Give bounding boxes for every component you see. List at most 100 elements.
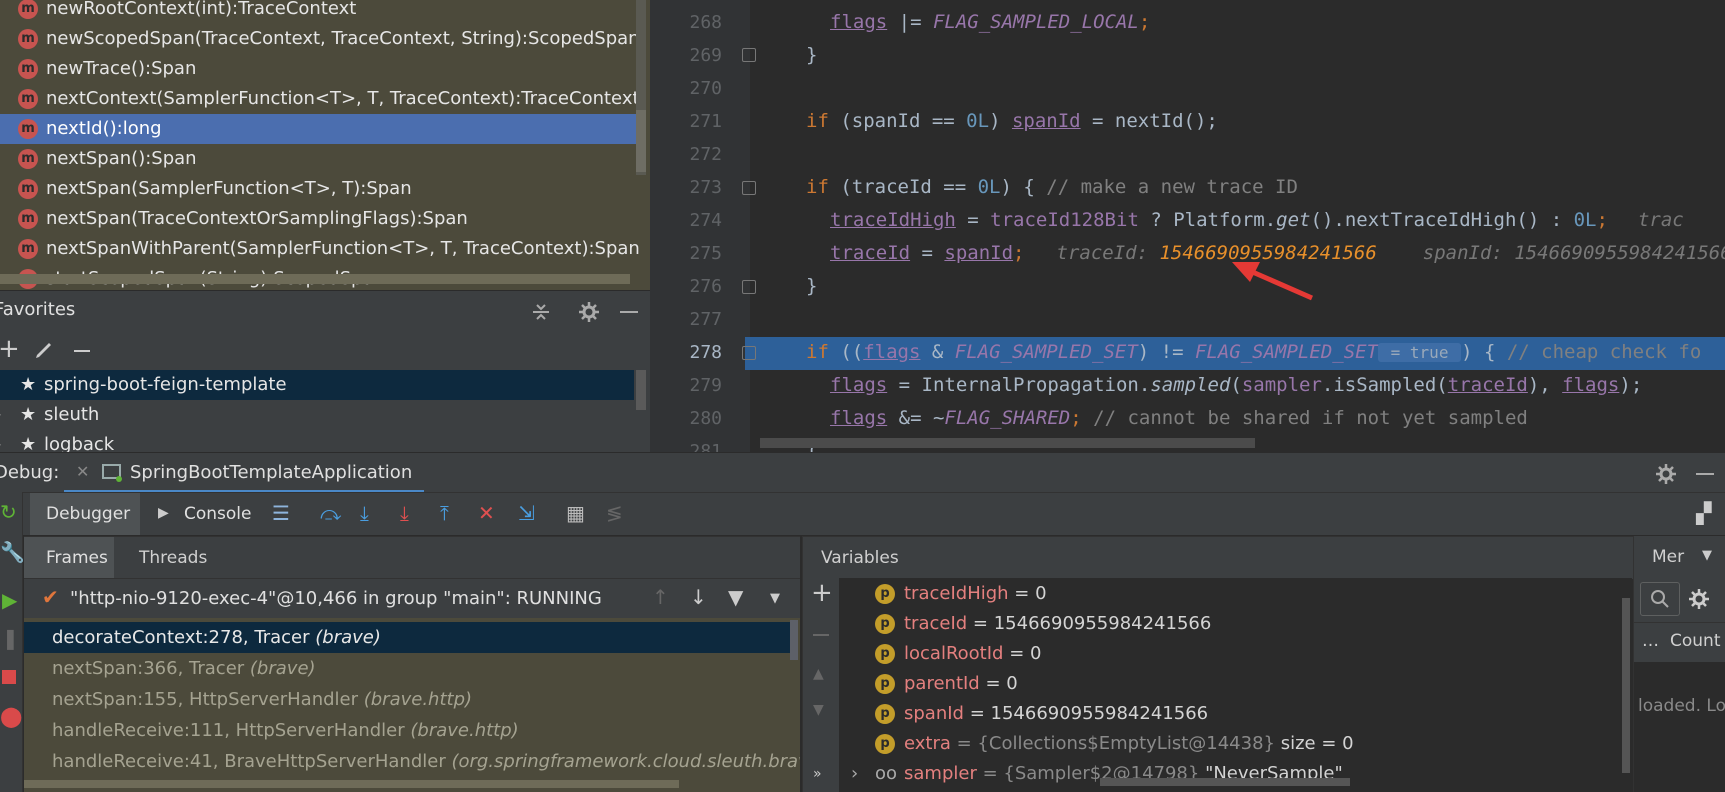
fold-marker[interactable] xyxy=(742,181,756,195)
method-icon: m xyxy=(18,239,38,259)
move-down-icon[interactable]: ▼ xyxy=(813,702,824,718)
tab-console[interactable]: Console xyxy=(184,504,252,524)
frames-scrollbar[interactable] xyxy=(790,620,798,660)
gear-icon[interactable] xyxy=(578,301,600,323)
structure-member[interactable]: m newRootContext(int):TraceContext xyxy=(0,0,636,24)
evaluate-expression-icon[interactable]: ▦ xyxy=(566,501,585,525)
structure-scroll-thumb[interactable] xyxy=(636,110,646,172)
favorite-item[interactable]: ›★sleuth xyxy=(0,400,634,430)
frame-item[interactable]: nextSpan:155, HttpServerHandler (brave.h… xyxy=(24,684,792,715)
minimize-icon[interactable] xyxy=(1696,473,1714,475)
structure-member-selected[interactable]: m nextId():long xyxy=(0,114,636,144)
rerun-icon[interactable]: ↻ xyxy=(0,500,17,524)
wrench-icon[interactable]: 🔧 xyxy=(0,540,25,564)
chevron-down-icon[interactable]: ▼ xyxy=(1702,548,1712,563)
thread-selector[interactable]: ✔ "http-nio-9120-exec-4"@10,466 in group… xyxy=(24,578,800,619)
variable-row[interactable]: p parentId = 0 xyxy=(839,669,1619,699)
variables-scrollbar[interactable] xyxy=(1622,598,1630,773)
drop-frame-icon[interactable]: ✕ xyxy=(478,501,495,525)
chevron-right-icon[interactable]: › xyxy=(0,400,2,430)
chevron-right-icon[interactable]: › xyxy=(851,759,858,789)
memory-panel: Mer ▼ … Count loaded. Lo xyxy=(1633,536,1725,792)
tab-debugger[interactable]: Debugger xyxy=(30,493,140,535)
variables-title: Variables xyxy=(821,548,899,568)
minimize-icon[interactable] xyxy=(620,311,638,313)
step-over-icon[interactable]: ⤼ xyxy=(320,501,341,525)
structure-member[interactable]: m newTrace():Span xyxy=(0,54,636,84)
fold-marker[interactable] xyxy=(742,48,756,62)
star-icon: ★ xyxy=(20,434,37,452)
code-line-274: traceIdHigh = traceId128Bit ? Platform.g… xyxy=(830,209,1684,231)
tab-threads[interactable]: Threads xyxy=(139,548,207,568)
chevron-down-icon[interactable]: ▼ xyxy=(770,591,780,606)
close-tab-icon[interactable]: ✕ xyxy=(76,462,89,481)
frame-item[interactable]: handleReceive:41, BraveHttpServerHandler… xyxy=(24,746,800,777)
structure-hscrollbar[interactable] xyxy=(0,274,630,284)
remove-watch-icon[interactable] xyxy=(813,634,829,636)
code-line-269: } xyxy=(806,44,818,66)
collapse-all-icon[interactable] xyxy=(530,301,552,323)
variables-header: Variables xyxy=(802,536,1633,579)
thread-label: "http-nio-9120-exec-4"@10,466 in group "… xyxy=(70,588,602,609)
remove-icon[interactable] xyxy=(74,350,90,352)
favorite-item[interactable]: ★ spring-boot-feign-template xyxy=(0,370,634,400)
structure-member[interactable]: m nextSpan(SamplerFunction<T>, T):Span xyxy=(0,174,636,204)
step-into-icon[interactable]: ⤓ xyxy=(360,501,369,525)
editor-hscrollbar[interactable] xyxy=(760,438,1255,448)
variables-side-toolbar: + ▲ ▼ » xyxy=(802,578,840,792)
stop-icon[interactable] xyxy=(2,670,16,684)
count-column[interactable]: Count xyxy=(1670,631,1721,651)
trace-stream-icon[interactable]: ≶ xyxy=(606,501,623,525)
chevron-right-icon[interactable]: › xyxy=(0,430,2,452)
add-icon[interactable]: + xyxy=(0,334,20,364)
method-icon: m xyxy=(18,179,38,199)
frame-item[interactable]: nextSpan:366, Tracer (brave) xyxy=(24,653,792,684)
run-config-tab[interactable]: SpringBootTemplateApplication xyxy=(130,462,412,483)
favorite-item[interactable]: ›★logback xyxy=(0,430,634,452)
resume-icon[interactable]: ▶ xyxy=(2,588,17,612)
favorites-scrollbar[interactable] xyxy=(636,370,646,410)
frames-hscrollbar[interactable] xyxy=(24,780,679,788)
search-icon xyxy=(1651,590,1669,608)
search-button[interactable] xyxy=(1640,582,1680,616)
variables-hscrollbar[interactable] xyxy=(1100,778,1350,786)
filter-icon[interactable]: ▼ xyxy=(728,585,743,609)
step-out-icon[interactable]: ⤒ xyxy=(440,501,449,525)
variable-row[interactable]: p traceId = 1546690955984241566 xyxy=(839,609,1619,639)
structure-member[interactable]: m nextSpan(TraceContextOrSamplingFlags):S… xyxy=(0,204,636,234)
line-number: 280 xyxy=(689,408,722,429)
field-icon: p xyxy=(875,584,895,604)
layout-icon[interactable]: ▞ xyxy=(1696,501,1711,525)
add-watch-icon[interactable]: + xyxy=(811,578,833,608)
arrow-up-icon[interactable]: ↑ xyxy=(652,585,669,609)
method-icon: m xyxy=(18,119,38,139)
pause-icon[interactable]: ❚ xyxy=(2,626,19,650)
structure-member[interactable]: m nextSpanWithParent(SamplerFunction<T>, … xyxy=(0,234,640,264)
view-breakpoints-icon[interactable]: ⬤ xyxy=(0,704,22,728)
variable-row[interactable]: p extra = {Collections$EmptyList@14438} s… xyxy=(839,729,1619,759)
line-number: 277 xyxy=(689,309,722,330)
more-icon[interactable]: » xyxy=(813,766,822,782)
fold-marker[interactable] xyxy=(742,280,756,294)
gear-icon[interactable] xyxy=(1655,463,1677,485)
tab-memory[interactable]: Mer xyxy=(1652,547,1684,567)
variable-row[interactable]: p localRootId = 0 xyxy=(839,639,1619,669)
frame-item[interactable]: handleReceive:111, HttpServerHandler (br… xyxy=(24,715,792,746)
favorites-list: ★spring-boot-feign-template ›★sleuth ›★l… xyxy=(0,370,650,452)
edit-icon[interactable] xyxy=(34,340,54,360)
variable-row[interactable]: p spanId = 1546690955984241566 xyxy=(839,699,1619,729)
gear-icon[interactable] xyxy=(1688,588,1710,610)
move-up-icon[interactable]: ▲ xyxy=(813,666,824,682)
tab-frames[interactable]: Frames xyxy=(24,537,114,579)
fold-marker[interactable] xyxy=(742,346,756,360)
force-step-into-icon[interactable]: ⤓ xyxy=(400,501,409,525)
debug-label: Debug: xyxy=(0,462,60,483)
structure-member[interactable]: m nextContext(SamplerFunction<T>, T, Trac… xyxy=(0,84,640,114)
show-execution-point-icon[interactable]: ☰ xyxy=(272,501,290,525)
run-to-cursor-icon[interactable]: ⇲ xyxy=(518,501,535,525)
arrow-down-icon[interactable]: ↓ xyxy=(690,585,707,609)
structure-member[interactable]: m nextSpan():Span xyxy=(0,144,636,174)
frame-item[interactable]: decorateContext:278, Tracer (brave) xyxy=(24,622,792,653)
variable-row[interactable]: p traceIdHigh = 0 xyxy=(839,579,1619,609)
structure-member[interactable]: m newScopedSpan(TraceContext, TraceContex… xyxy=(0,24,640,54)
